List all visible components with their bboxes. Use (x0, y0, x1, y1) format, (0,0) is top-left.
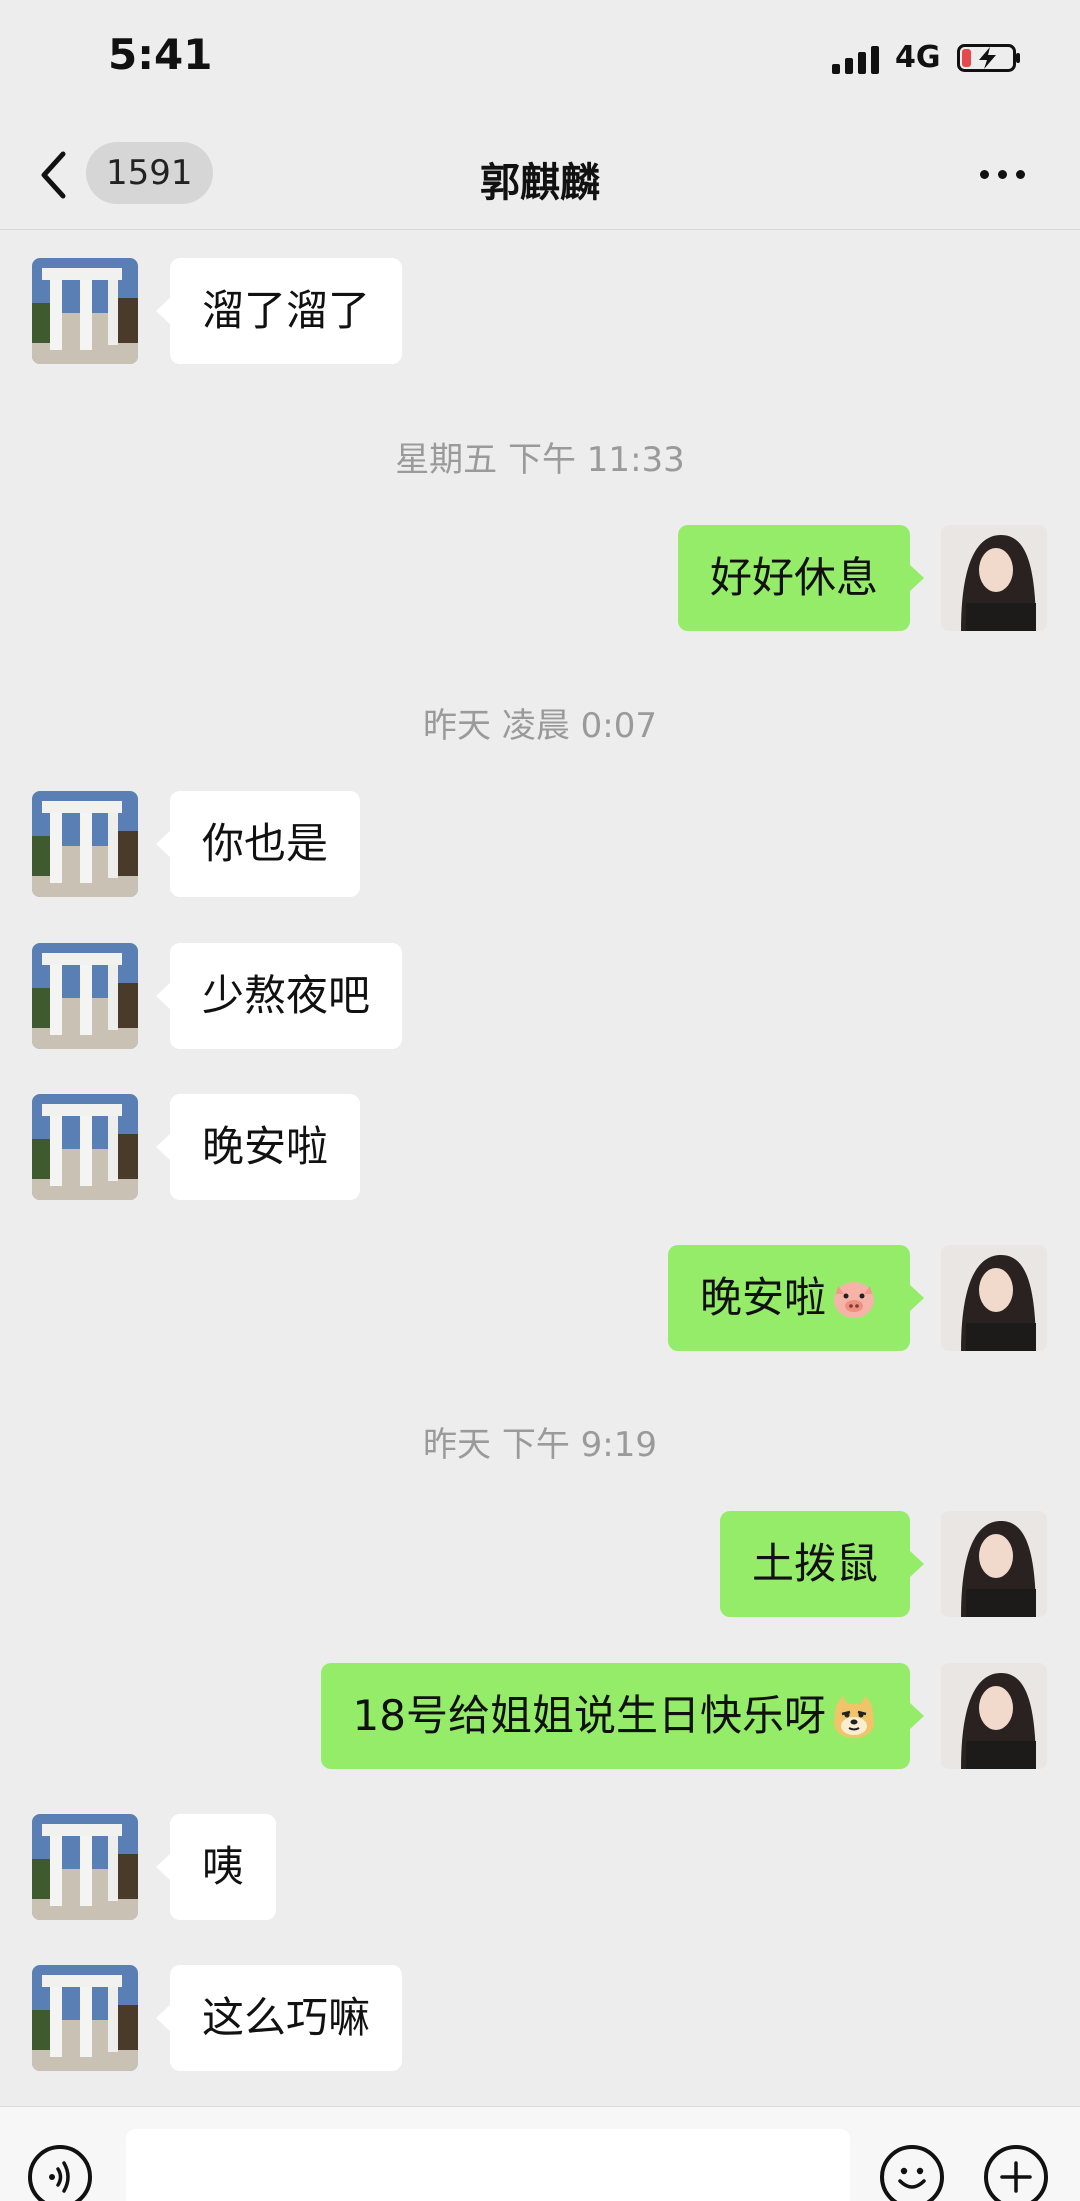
chat-title: 郭麒麟 (480, 160, 600, 206)
message-timestamp: 昨天 下午 9:19 (423, 1425, 657, 1465)
contact-avatar[interactable] (32, 1965, 138, 2071)
emoji-picker-button[interactable] (880, 2145, 944, 2201)
contact-avatar[interactable] (32, 943, 138, 1049)
message-bubble-outgoing[interactable]: 18号给姐姐说生日快乐呀 (320, 1663, 925, 1769)
message-bubble-incoming[interactable]: 溜了溜了 (155, 258, 403, 364)
more-options-icon[interactable] (980, 170, 1025, 179)
battery-charging-icon (957, 44, 1020, 72)
message-bubble-outgoing[interactable]: 晚安啦 (667, 1245, 925, 1351)
message-input-bar (0, 2106, 1080, 2201)
message-bubble-incoming[interactable]: 你也是 (155, 791, 361, 897)
status-bar: 5:41 4G (0, 0, 1080, 120)
chat-screen: 5:41 4G 1591 郭麒麟 溜了溜了 星期五 下午 11:33 好好休息 … (0, 0, 1080, 2201)
voice-input-button[interactable] (28, 2145, 92, 2201)
message-bubble-incoming[interactable]: 少熬夜吧 (155, 943, 403, 1049)
message-bubble-incoming[interactable]: 晚安啦 (155, 1094, 361, 1200)
message-timestamp: 星期五 下午 11:33 (395, 440, 685, 480)
signal-strength-icon (832, 46, 879, 74)
message-bubble-outgoing[interactable]: 好好休息 (677, 525, 925, 631)
my-avatar[interactable] (941, 1511, 1047, 1617)
message-bubble-incoming[interactable]: 咦 (155, 1814, 277, 1920)
my-avatar[interactable] (941, 1245, 1047, 1351)
message-bubble-incoming[interactable]: 这么巧嘛 (155, 1965, 403, 2071)
plus-icon (1000, 2161, 1032, 2193)
contact-avatar[interactable] (32, 258, 138, 364)
pig-face-emoji-icon (834, 1281, 874, 1318)
my-avatar[interactable] (941, 1663, 1047, 1769)
network-type: 4G (895, 40, 941, 75)
message-text-input[interactable] (126, 2129, 850, 2201)
my-avatar[interactable] (941, 525, 1047, 631)
message-timestamp: 昨天 凌晨 0:07 (423, 706, 657, 746)
chat-header: 1591 郭麒麟 (0, 120, 1080, 230)
contact-avatar[interactable] (32, 791, 138, 897)
status-time: 5:41 (108, 30, 213, 79)
contact-avatar[interactable] (32, 1094, 138, 1200)
more-functions-button[interactable] (984, 2145, 1048, 2201)
message-text: 晚安啦 (699, 1273, 826, 1322)
voice-icon (49, 2161, 70, 2193)
emoji-icon (898, 2167, 926, 2189)
message-bubble-outgoing[interactable]: 土拨鼠 (719, 1511, 925, 1617)
doge-emoji-icon (834, 1695, 874, 1738)
contact-avatar[interactable] (32, 1814, 138, 1920)
message-text: 18号给姐姐说生日快乐呀 (352, 1691, 826, 1740)
